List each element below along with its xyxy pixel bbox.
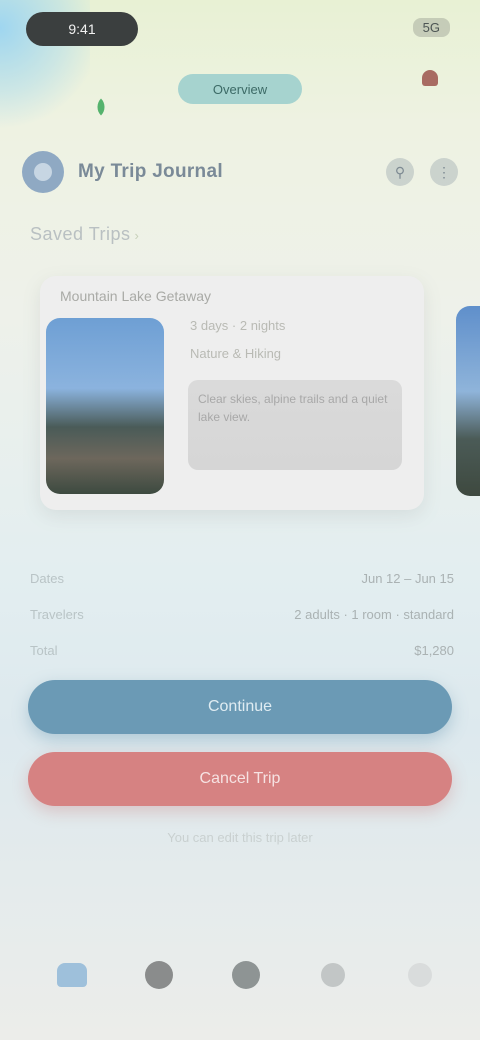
footnote: You can edit this trip later (167, 830, 313, 845)
status-indicators: 5G (412, 18, 450, 37)
leaf-icon (92, 98, 112, 118)
nav-chat[interactable] (307, 949, 359, 1001)
trip-details: Dates Jun 12 – Jun 15 Travelers 2 adults… (30, 560, 454, 668)
avatar-image (34, 163, 52, 181)
trip-card[interactable]: Mountain Lake Getaway 3 days · 2 nights … (40, 276, 424, 510)
nav-home[interactable] (46, 949, 98, 1001)
trip-card-title: Mountain Lake Getaway (60, 288, 211, 304)
detail-row: Travelers 2 adults · 1 room · standard (30, 596, 454, 632)
tab-overview[interactable]: Overview (178, 74, 302, 104)
home-icon (57, 963, 87, 987)
menu-icon[interactable]: ⋮ (430, 158, 458, 186)
add-icon (232, 961, 260, 989)
detail-label: Dates (30, 570, 64, 586)
bell-icon[interactable] (420, 66, 440, 90)
continue-button[interactable]: Continue (28, 680, 452, 734)
trip-card-duration: 3 days · 2 nights (190, 318, 286, 333)
avatar[interactable] (22, 151, 64, 193)
status-bar: 9:41 5G (0, 0, 480, 60)
detail-label: Travelers (30, 606, 84, 622)
nav-profile[interactable] (394, 949, 446, 1001)
chevron-right-icon: › (134, 228, 140, 243)
detail-value: 2 adults · 1 room · standard (294, 606, 454, 622)
header: My Trip Journal ⚲ ⋮ (22, 146, 458, 198)
profile-icon (408, 963, 432, 987)
search-icon[interactable]: ⚲ (386, 158, 414, 186)
detail-value: $1,280 (414, 642, 454, 658)
bottom-nav (46, 940, 446, 1010)
trip-card-description: Clear skies, alpine trails and a quiet l… (188, 380, 402, 470)
chat-icon (321, 963, 345, 987)
nav-add[interactable] (220, 949, 272, 1001)
nav-explore[interactable] (133, 949, 185, 1001)
next-trip-card-image[interactable] (456, 306, 480, 496)
status-time: 9:41 (26, 12, 138, 46)
section-title: Saved Trips › (30, 224, 139, 245)
explore-icon (145, 961, 173, 989)
page-title: My Trip Journal (78, 161, 223, 182)
trip-card-category: Nature & Hiking (190, 346, 282, 361)
detail-row: Dates Jun 12 – Jun 15 (30, 560, 454, 596)
trip-card-image (46, 318, 164, 494)
detail-row: Total $1,280 (30, 632, 454, 668)
detail-label: Total (30, 642, 58, 658)
cancel-trip-button[interactable]: Cancel Trip (28, 752, 452, 806)
header-actions: ⚲ ⋮ (386, 158, 458, 186)
section-title-text: Saved Trips (30, 224, 131, 244)
detail-value: Jun 12 – Jun 15 (361, 570, 454, 586)
